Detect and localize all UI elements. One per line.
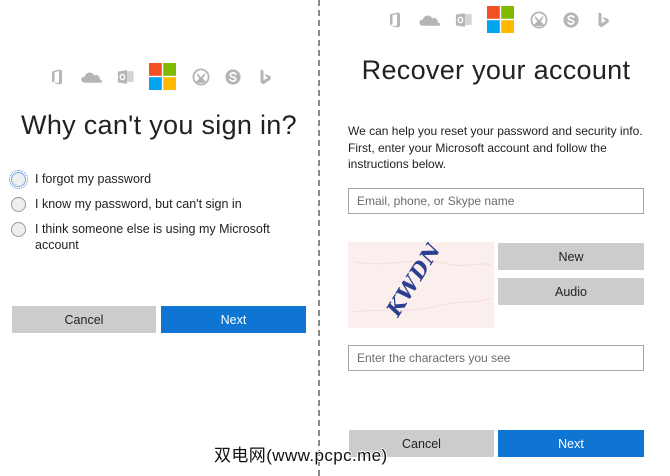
option-someone-else[interactable]: I think someone else is using my Microso… [11, 221, 311, 253]
bing-icon [594, 11, 612, 29]
office-icon [48, 68, 66, 86]
radio-forgot-password[interactable] [9, 170, 28, 189]
panel-divider [318, 0, 320, 476]
recover-account-panel: Recover your account We can help you res… [322, 0, 670, 476]
option-know-password[interactable]: I know my password, but can't sign in [11, 196, 311, 212]
option-label: I know my password, but can't sign in [35, 197, 242, 211]
microsoft-logo [487, 6, 514, 33]
xbox-icon [530, 11, 548, 29]
xbox-icon [192, 68, 210, 86]
option-forgot-password[interactable]: I forgot my password [9, 170, 311, 189]
next-button[interactable]: Next [161, 306, 306, 333]
option-label: I think someone else is using my Microso… [35, 222, 270, 252]
watermark-text: 双电网(www.pcpc.me) [214, 446, 388, 465]
page-title: Recover your account [361, 55, 631, 85]
account-input[interactable] [348, 188, 644, 214]
captcha-input[interactable] [348, 345, 644, 371]
office-icon [386, 11, 404, 29]
onedrive-icon [80, 68, 103, 86]
outlook-icon [455, 11, 473, 29]
new-captcha-button[interactable]: New [498, 243, 644, 270]
sign-in-help-panel: Why can't you sign in? I forgot my passw… [0, 0, 318, 476]
next-button[interactable]: Next [498, 430, 644, 457]
radio-know-password[interactable] [11, 197, 26, 212]
page-title: Why can't you sign in? [21, 110, 297, 140]
outlook-icon [117, 68, 135, 86]
product-icon-row [386, 6, 626, 33]
microsoft-logo [149, 63, 176, 90]
bing-icon [256, 68, 274, 86]
option-label: I forgot my password [35, 172, 152, 186]
audio-captcha-button[interactable]: Audio [498, 278, 644, 305]
radio-someone-else[interactable] [11, 222, 26, 237]
product-icon-row [48, 63, 288, 90]
instructions-text: We can help you reset your password and … [348, 124, 643, 171]
cancel-button[interactable]: Cancel [12, 306, 156, 333]
skype-icon [224, 68, 242, 86]
onedrive-icon [418, 11, 441, 29]
captcha-image: KWDN [348, 242, 494, 328]
skype-icon [562, 11, 580, 29]
sign-in-problem-options: I forgot my password I know my password,… [9, 170, 311, 262]
